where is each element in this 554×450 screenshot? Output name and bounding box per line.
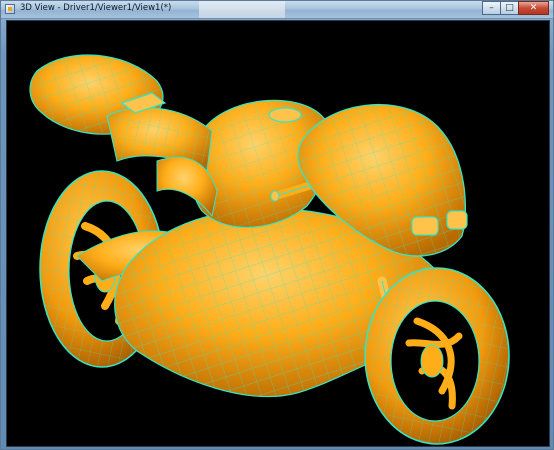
maximize-button[interactable]: □ <box>500 1 519 15</box>
minimize-button[interactable]: – <box>482 1 501 15</box>
close-button[interactable]: ✕ <box>518 1 549 15</box>
app-icon[interactable] <box>5 4 15 14</box>
app-window: 3D View - Driver1/Viewer1/View1(*) – □ ✕ <box>0 0 554 450</box>
window-title: 3D View - Driver1/Viewer1/View1(*) <box>20 3 172 13</box>
window-controls: – □ ✕ <box>482 1 549 16</box>
minimize-icon: – <box>489 2 494 13</box>
title-bar-highlight <box>199 1 285 18</box>
maximize-icon: □ <box>505 2 514 13</box>
motorcycle-render <box>29 54 510 445</box>
close-icon: ✕ <box>529 2 538 13</box>
title-bar[interactable]: 3D View - Driver1/Viewer1/View1(*) – □ ✕ <box>1 1 553 19</box>
front-wheel <box>364 267 510 445</box>
3d-viewport[interactable] <box>6 20 550 447</box>
